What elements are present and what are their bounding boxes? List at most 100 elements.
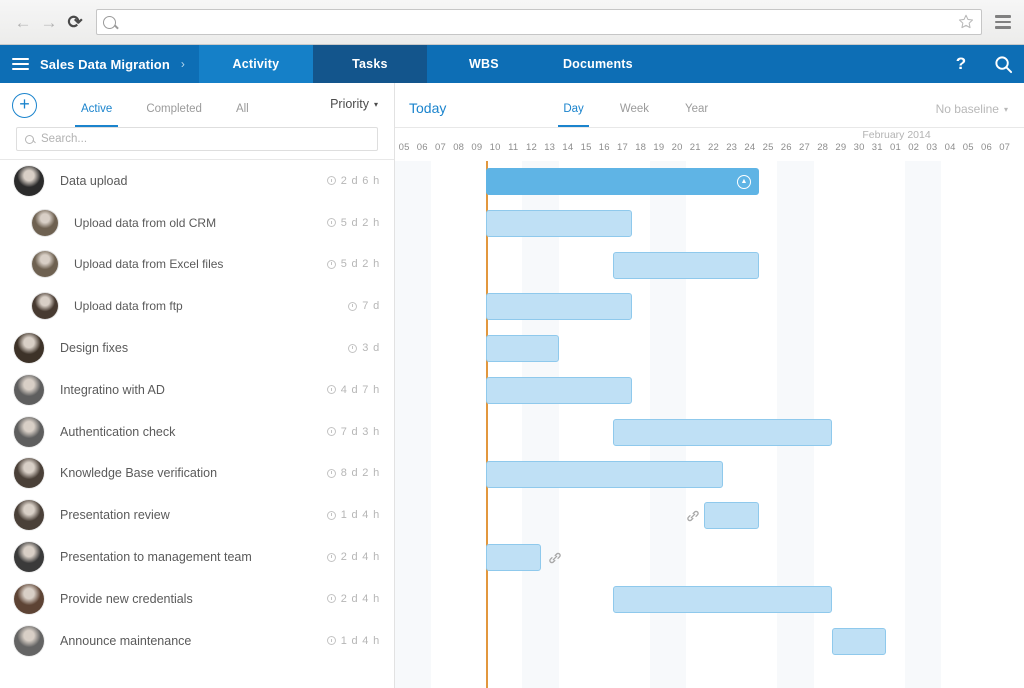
sort-priority-dropdown[interactable]: Priority ▾: [330, 97, 378, 113]
gantt-bar[interactable]: [613, 586, 831, 613]
back-icon[interactable]: ←: [10, 9, 36, 35]
chevron-right-icon[interactable]: ›: [181, 57, 185, 71]
avatar: [14, 333, 44, 363]
reload-icon[interactable]: ⟳: [62, 9, 88, 35]
chevron-down-icon: ▾: [1004, 105, 1008, 114]
task-duration-text: 1 d 4 h: [341, 635, 380, 647]
day-label: 14: [559, 142, 577, 153]
link-chain-icon[interactable]: [547, 550, 563, 566]
search-box[interactable]: [16, 127, 378, 151]
task-row[interactable]: Data upload2 d 6 h: [0, 160, 394, 202]
task-duration-text: 5 d 2 h: [341, 258, 380, 270]
url-input[interactable]: [122, 15, 957, 29]
filter-completed[interactable]: Completed: [140, 104, 208, 128]
baseline-dropdown[interactable]: No baseline ▾: [936, 102, 1008, 127]
task-row[interactable]: Upload data from Excel files 5 d 2 h: [0, 244, 394, 286]
app-menu-icon[interactable]: [12, 58, 29, 70]
search-container: [0, 127, 394, 159]
brand-area[interactable]: Sales Data Migration ›: [0, 45, 199, 83]
gantt-bar[interactable]: [486, 377, 632, 404]
url-search-icon: [103, 16, 116, 29]
day-label: 13: [541, 142, 559, 153]
task-title: Upload data from Excel files: [74, 257, 223, 271]
task-duration: 4 d 7 h: [327, 384, 380, 396]
day-label: 07: [431, 142, 449, 153]
day-label: 07: [996, 142, 1014, 153]
gantt-bar[interactable]: [704, 502, 759, 529]
gantt-bar[interactable]: [486, 461, 723, 488]
task-row[interactable]: Announce maintenance1 d 4 h: [0, 620, 394, 662]
sort-priority-label: Priority: [330, 97, 369, 111]
search-icon: [25, 135, 34, 144]
zoom-year[interactable]: Year: [680, 103, 713, 127]
task-list-toolbar: + Active Completed All Priority ▾: [0, 83, 394, 127]
task-row[interactable]: Presentation to management team2 d 4 h: [0, 536, 394, 578]
gantt-bar-parent[interactable]: ▲: [486, 168, 759, 195]
tab-wbs[interactable]: WBS: [427, 45, 541, 83]
task-title: Upload data from ftp: [74, 299, 183, 313]
task-duration-text: 4 d 7 h: [341, 384, 380, 396]
day-label: 31: [868, 142, 886, 153]
task-title: Presentation review: [60, 508, 170, 522]
task-duration: 1 d 4 h: [327, 635, 380, 647]
task-row[interactable]: Integratino with AD4 d 7 h: [0, 369, 394, 411]
forward-icon[interactable]: →: [36, 9, 62, 35]
zoom-week[interactable]: Week: [615, 103, 654, 127]
filter-active[interactable]: Active: [75, 104, 118, 128]
clock-icon: [327, 427, 336, 436]
add-task-button[interactable]: +: [12, 93, 37, 118]
url-bar[interactable]: [96, 9, 982, 35]
day-label: 27: [795, 142, 813, 153]
tab-tasks[interactable]: Tasks: [313, 45, 427, 83]
search-input[interactable]: [41, 133, 369, 145]
gantt-bar[interactable]: [486, 293, 632, 320]
day-label: 18: [632, 142, 650, 153]
search-icon[interactable]: [982, 45, 1024, 83]
day-label: 06: [413, 142, 431, 153]
star-icon[interactable]: [957, 13, 975, 31]
task-row[interactable]: Presentation review 1 d 4 h: [0, 494, 394, 536]
main-content: + Active Completed All Priority ▾ Data u…: [0, 83, 1024, 688]
gantt-bar[interactable]: [486, 210, 632, 237]
task-row[interactable]: Provide new credentials2 d 4 h: [0, 578, 394, 620]
task-row[interactable]: Upload data from old CRM5 d 2 h: [0, 202, 394, 244]
task-duration-text: 7 d 3 h: [341, 426, 380, 438]
link-chain-icon[interactable]: [685, 508, 701, 524]
task-row[interactable]: Authentication check7 d 3 h: [0, 411, 394, 453]
task-row[interactable]: Upload data from ftp7 d: [0, 285, 394, 327]
chevron-up-icon[interactable]: ▲: [737, 175, 751, 189]
gantt-bar[interactable]: [486, 335, 559, 362]
gantt-bar[interactable]: [613, 252, 759, 279]
day-label: 08: [450, 142, 468, 153]
zoom-day[interactable]: Day: [558, 103, 588, 127]
weekend-band: [522, 161, 540, 688]
gantt-bar[interactable]: [486, 544, 541, 571]
day-label: 11: [504, 142, 522, 153]
hamburger-menu-icon[interactable]: [992, 11, 1014, 33]
gantt-chart-area[interactable]: ▲: [395, 161, 1024, 688]
gantt-bar[interactable]: [613, 419, 831, 446]
weekend-band: [541, 161, 559, 688]
tab-documents[interactable]: Documents: [541, 45, 655, 83]
task-row[interactable]: Knowledge Base verification8 d 2 h: [0, 453, 394, 495]
task-list[interactable]: Data upload2 d 6 hUpload data from old C…: [0, 159, 394, 688]
day-label: 29: [832, 142, 850, 153]
task-duration-text: 2 d 4 h: [341, 593, 380, 605]
day-label: 28: [814, 142, 832, 153]
avatar: [14, 417, 44, 447]
task-row[interactable]: Design fixes3 d: [0, 327, 394, 369]
day-label: 30: [850, 142, 868, 153]
task-duration: 7 d 3 h: [327, 426, 380, 438]
gantt-toolbar: Today Day Week Year No baseline ▾: [395, 83, 1024, 127]
gantt-bar[interactable]: [832, 628, 887, 655]
day-label: 17: [613, 142, 631, 153]
day-label: 01: [886, 142, 904, 153]
help-icon[interactable]: ?: [940, 45, 982, 83]
day-labels-row: 0506070809101112131415161718192021222324…: [395, 142, 1024, 162]
task-title: Design fixes: [60, 341, 128, 355]
filter-all[interactable]: All: [230, 104, 255, 128]
tab-activity[interactable]: Activity: [199, 45, 313, 83]
task-duration: 1 d 4 h: [327, 509, 380, 521]
today-button[interactable]: Today: [409, 100, 446, 127]
weekend-band: [395, 161, 413, 688]
